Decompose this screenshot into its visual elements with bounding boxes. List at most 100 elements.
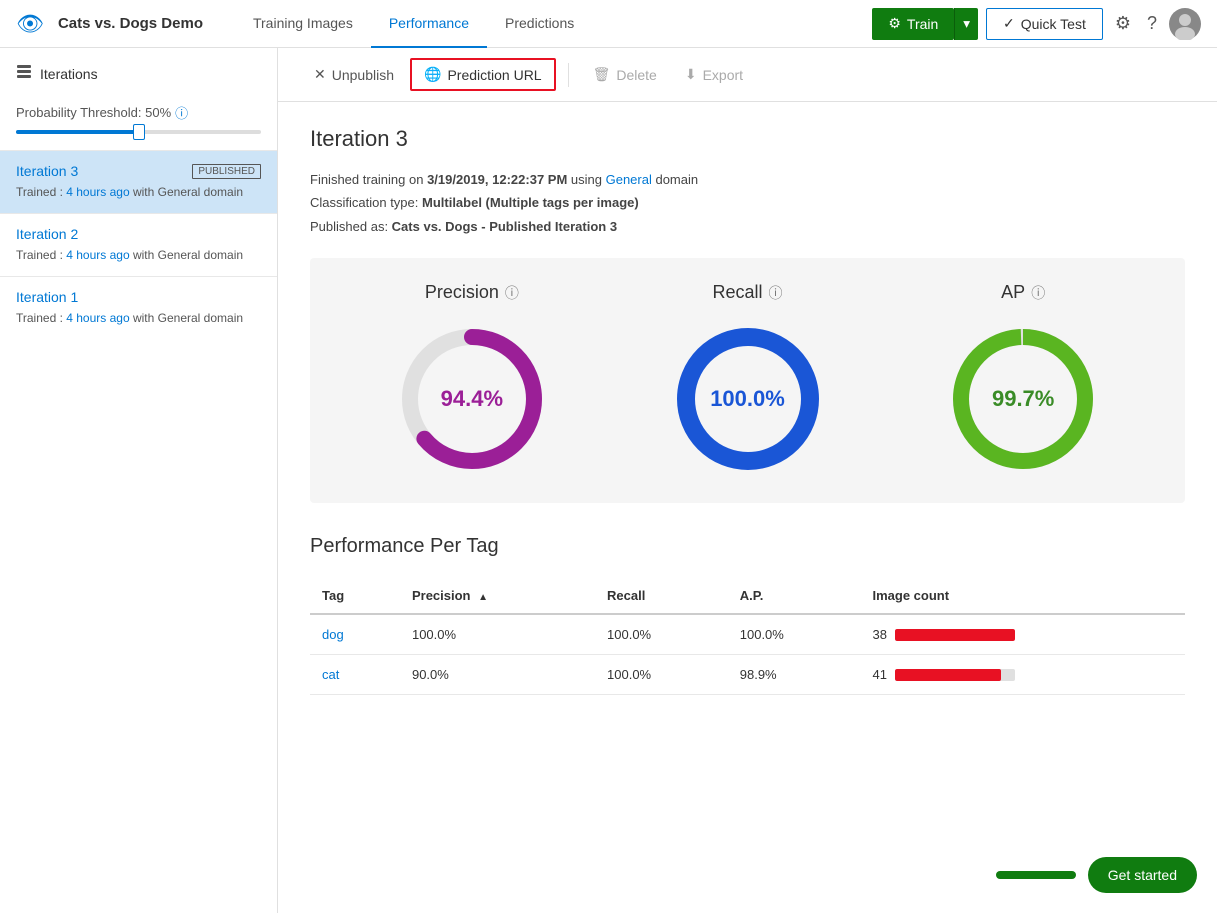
dog-count: 38 [860,614,1185,655]
help-icon[interactable]: ? [1143,9,1161,38]
iteration-2-header: Iteration 2 [16,226,261,242]
recall-info-icon[interactable]: ⓘ [769,283,783,303]
perf-tag-title: Performance Per Tag [310,535,1185,558]
iteration-3-time-link[interactable]: 4 hours ago [66,185,129,199]
tab-training-images[interactable]: Training Images [235,0,371,48]
iteration-2-time-link[interactable]: 4 hours ago [66,248,129,262]
cat-bar-bg [895,669,1015,681]
slider-track [16,130,261,134]
nav-tabs: Training Images Performance Predictions [235,0,864,48]
metrics-grid: Precision ⓘ 94.4% [334,282,1161,479]
iteration-title: Iteration 3 [310,126,1185,152]
app-title: Cats vs. Dogs Demo [58,15,203,32]
col-recall[interactable]: Recall [595,578,728,614]
precision-title: Precision ⓘ [425,282,519,303]
col-ap[interactable]: A.P. [728,578,861,614]
iteration-2-detail: Trained : 4 hours ago with General domai… [16,246,261,264]
iteration-info: Finished training on 3/19/2019, 12:22:37… [310,168,1185,238]
published-as: Cats vs. Dogs - Published Iteration 3 [392,219,617,234]
tag-table: Tag Precision ▲ Recall A.P. Image count [310,578,1185,695]
train-dropdown-button[interactable]: ▾ [954,8,978,40]
settings-icon[interactable]: ⚙ [1111,9,1135,38]
page-content: Iteration 3 Finished training on 3/19/20… [278,102,1217,719]
table-row-cat: cat 90.0% 100.0% 98.9% 41 [310,655,1185,695]
cat-recall: 100.0% [595,655,728,695]
layers-icon [16,64,32,83]
prediction-url-button[interactable]: 🌐 Prediction URL [410,58,556,91]
iteration-1-time-link[interactable]: 4 hours ago [66,311,129,325]
unpublish-button[interactable]: ✕ Unpublish [302,60,406,89]
col-precision[interactable]: Precision ▲ [400,578,595,614]
export-button[interactable]: ⬇ Export [673,60,755,89]
tab-performance[interactable]: Performance [371,0,487,48]
recall-value: 100.0% [710,386,785,412]
avatar[interactable] [1169,8,1201,40]
cat-count: 41 [860,655,1185,695]
iteration-item-2[interactable]: Iteration 2 Trained : 4 hours ago with G… [0,213,277,276]
slider-thumb[interactable] [133,124,145,140]
gear-icon: ⚙ [888,15,901,32]
performance-per-tag-section: Performance Per Tag Tag Precision ▲ Reca… [310,535,1185,695]
toolbar-divider [568,63,569,87]
tab-predictions[interactable]: Predictions [487,0,592,48]
delete-button[interactable]: 🗑 Delete [581,60,669,89]
dog-bar-bg [895,629,1015,641]
classification-type: Multilabel (Multiple tags per image) [422,195,639,210]
published-badge: PUBLISHED [192,164,261,179]
iteration-3-name: Iteration 3 [16,163,78,179]
domain-link[interactable]: General [606,172,652,187]
get-started-bar: Get started [996,857,1197,893]
ap-donut: 99.7% [943,319,1103,479]
globe-icon: 🌐 [424,66,441,83]
col-image-count[interactable]: Image count [860,578,1185,614]
sidebar-iterations-header: Iterations [0,64,277,95]
iteration-1-detail: Trained : 4 hours ago with General domai… [16,309,261,327]
cat-bar-fill [895,669,1001,681]
header-actions: ⚙ Train ▾ ✓ Quick Test ⚙ ? [872,8,1201,40]
recall-card: Recall ⓘ 100.0% [610,282,886,479]
training-date: 3/19/2019, 12:22:37 PM [427,172,567,187]
ap-title: AP ⓘ [1001,282,1045,303]
iteration-3-header: Iteration 3 PUBLISHED [16,163,261,179]
get-started-button[interactable]: Get started [1088,857,1197,893]
precision-info-icon[interactable]: ⓘ [505,283,519,303]
main-layout: Iterations Probability Threshold: 50% ⓘ … [0,48,1217,913]
x-icon: ✕ [314,66,326,83]
checkmark-icon: ✓ [1003,15,1015,32]
dog-ap: 100.0% [728,614,861,655]
dog-recall: 100.0% [595,614,728,655]
probability-label: Probability Threshold: 50% ⓘ [16,103,261,122]
ap-value: 99.7% [992,386,1054,412]
toolbar: ✕ Unpublish 🌐 Prediction URL 🗑 Delete ⬇ … [278,48,1217,102]
header: 👁 Cats vs. Dogs Demo Training Images Per… [0,0,1217,48]
metrics-section: Precision ⓘ 94.4% [310,258,1185,503]
quick-test-button[interactable]: ✓ Quick Test [986,8,1103,40]
sidebar: Iterations Probability Threshold: 50% ⓘ … [0,48,278,913]
probability-info-icon[interactable]: ⓘ [175,103,188,122]
iteration-2-name: Iteration 2 [16,226,78,242]
train-button[interactable]: ⚙ Train [872,8,954,40]
download-icon: ⬇ [685,66,697,83]
col-tag[interactable]: Tag [310,578,400,614]
logo-icon: 👁 [16,11,44,37]
precision-donut: 94.4% [392,319,552,479]
trash-icon: 🗑 [593,66,611,83]
get-started-indicator [996,871,1076,879]
probability-section: Probability Threshold: 50% ⓘ [0,95,277,150]
sort-icon: ▲ [478,592,488,603]
cat-precision: 90.0% [400,655,595,695]
iteration-1-header: Iteration 1 [16,289,261,305]
recall-title: Recall ⓘ [712,282,782,303]
precision-value: 94.4% [441,386,503,412]
dog-precision: 100.0% [400,614,595,655]
iteration-3-detail: Trained : 4 hours ago with General domai… [16,183,261,201]
cat-tag-link[interactable]: cat [322,667,339,682]
dog-tag-link[interactable]: dog [322,627,344,642]
iteration-item-3[interactable]: Iteration 3 PUBLISHED Trained : 4 hours … [0,150,277,213]
recall-donut: 100.0% [668,319,828,479]
ap-info-icon[interactable]: ⓘ [1031,283,1045,303]
slider-fill [16,130,139,134]
dog-bar-fill [895,629,1015,641]
iteration-item-1[interactable]: Iteration 1 Trained : 4 hours ago with G… [0,276,277,339]
content-area: ✕ Unpublish 🌐 Prediction URL 🗑 Delete ⬇ … [278,48,1217,913]
